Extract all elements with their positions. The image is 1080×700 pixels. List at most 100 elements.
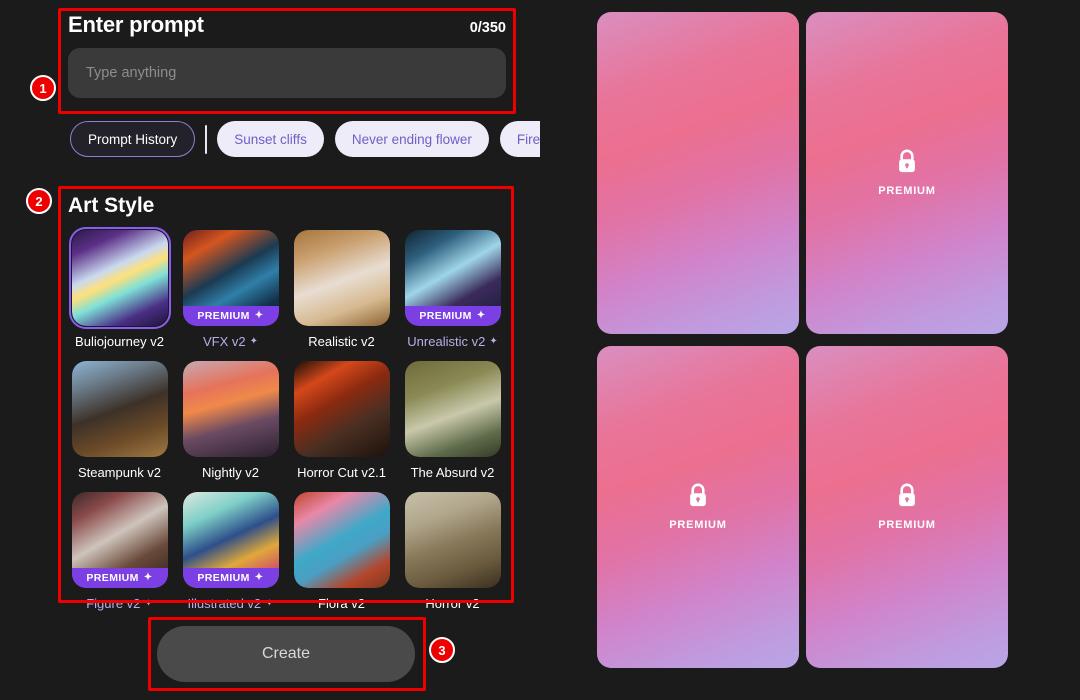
art-style-card-horror-cut-v2-1[interactable]: Horror Cut v2.1	[286, 361, 397, 480]
prompt-input-wrapper	[68, 48, 506, 98]
art-style-thumbnail[interactable]: PREMIUM ✦	[71, 492, 168, 588]
lock-icon	[896, 483, 918, 509]
art-style-thumbnail[interactable]: PREMIUM ✦	[404, 230, 501, 326]
art-style-card-the-absurd-v2[interactable]: The Absurd v2	[397, 361, 508, 480]
art-style-label-text: Illustrated v2	[187, 596, 262, 611]
art-style-label-text: Horror Cut v2.1	[297, 465, 386, 480]
preview-card[interactable]: PREMIUM	[597, 346, 799, 668]
art-style-thumbnail-image	[404, 492, 501, 588]
art-style-thumbnail[interactable]	[293, 492, 390, 588]
art-style-thumbnail-image	[293, 361, 390, 457]
art-style-label: Horror Cut v2.1	[297, 465, 386, 480]
art-style-label-text: Figure v2	[86, 596, 141, 611]
art-style-thumbnail-image	[182, 361, 279, 457]
art-style-card-realistic-v2[interactable]: Realistic v2	[286, 230, 397, 349]
art-style-label-text: Unrealistic v2	[407, 334, 486, 349]
art-style-label-text: Steampunk v2	[77, 465, 162, 480]
art-style-label: Flora v2	[318, 596, 365, 611]
annotation-badge-3: 3	[429, 637, 455, 663]
sparkle-icon: ✦	[254, 572, 264, 583]
premium-badge: PREMIUM ✦	[404, 306, 501, 326]
art-style-thumbnail-image	[404, 361, 501, 457]
suggestion-chip-label: Sunset cliffs	[234, 131, 307, 147]
suggestion-chip-sunset-cliffs[interactable]: Sunset cliffs	[217, 121, 324, 157]
art-style-label-text: Nightly v2	[201, 465, 260, 480]
art-style-card-steampunk-v2[interactable]: Steampunk v2	[64, 361, 175, 480]
art-style-label-text: Flora v2	[318, 596, 365, 611]
premium-badge: PREMIUM ✦	[182, 568, 279, 588]
sparkle-icon: ✦	[144, 597, 153, 609]
art-style-label: VFX v2 ✦	[203, 334, 258, 349]
art-style-label: Horror v2	[425, 596, 479, 611]
art-style-card-nightly-v2[interactable]: Nightly v2	[175, 361, 286, 480]
page-title: Enter prompt	[68, 12, 204, 37]
art-style-thumbnail-image	[293, 492, 390, 588]
art-style-thumbnail[interactable]	[404, 492, 501, 588]
art-style-thumbnail[interactable]	[293, 230, 390, 326]
preview-premium-label: PREMIUM	[669, 519, 727, 531]
art-style-card-flora-v2[interactable]: Flora v2	[286, 492, 397, 611]
art-style-card-vfx-v2[interactable]: PREMIUM ✦ VFX v2 ✦	[175, 230, 286, 349]
prompt-suggestions-row: Prompt History Sunset cliffs Never endin…	[70, 121, 597, 157]
art-style-title: Art Style	[68, 194, 155, 217]
prompt-history-label: Prompt History	[88, 131, 178, 147]
prompt-block: Enter prompt 0/350	[58, 8, 516, 114]
preview-card[interactable]: PREMIUM	[806, 12, 1008, 334]
art-style-card-illustrated-v2[interactable]: PREMIUM ✦ Illustrated v2 ✦	[175, 492, 286, 611]
art-style-label-text: Realistic v2	[308, 334, 375, 349]
premium-badge-label: PREMIUM	[197, 310, 250, 322]
art-style-label: Realistic v2	[308, 334, 374, 349]
preview-card[interactable]: PREMIUM	[597, 12, 799, 334]
sparkle-icon: ✦	[254, 310, 264, 321]
art-style-card-figure-v2[interactable]: PREMIUM ✦ Figure v2 ✦	[64, 492, 175, 611]
premium-badge-label: PREMIUM	[197, 572, 250, 584]
art-style-card-horror-v2[interactable]: Horror v2	[397, 492, 508, 611]
art-style-grid: Buliojourney v2 PREMIUM ✦ VFX v2 ✦ Realistic …	[58, 218, 514, 623]
premium-badge: PREMIUM ✦	[71, 568, 168, 588]
art-style-thumbnail[interactable]	[182, 361, 279, 457]
art-style-label-text: Buliojourney v2	[75, 334, 164, 349]
premium-badge: PREMIUM ✦	[182, 306, 279, 326]
suggestion-chip-label: Never ending flower	[351, 131, 472, 147]
preview-card[interactable]: PREMIUM	[806, 346, 1008, 668]
lock-icon	[896, 149, 918, 175]
preview-grid: PREMIUM PREMIUM PREMIUM PREMIUM	[597, 12, 1008, 668]
sparkle-icon: ✦	[476, 310, 486, 321]
image-generator-app: Enter prompt 0/350 Prompt History Sunset…	[0, 0, 1080, 700]
art-style-card-buliojourney-v2[interactable]: Buliojourney v2	[64, 227, 175, 349]
art-style-thumbnail[interactable]: PREMIUM ✦	[182, 230, 279, 326]
art-style-label: Illustrated v2 ✦	[187, 596, 273, 611]
suggestion-chip-never-ending-flower[interactable]: Never ending flower	[334, 121, 489, 157]
sparkle-icon: ✦	[143, 572, 153, 583]
art-style-thumbnail[interactable]	[71, 361, 168, 457]
preview-premium-label: PREMIUM	[878, 185, 936, 197]
chips-divider	[205, 124, 208, 154]
art-style-thumbnail[interactable]: PREMIUM ✦	[182, 492, 279, 588]
sparkle-icon: ✦	[489, 335, 498, 347]
premium-badge-label: PREMIUM	[419, 310, 472, 322]
art-style-label: Steampunk v2	[78, 465, 161, 480]
create-button[interactable]: Create	[157, 626, 415, 682]
annotation-badge-2: 2	[26, 188, 52, 214]
art-style-label: Nightly v2	[202, 465, 259, 480]
character-counter: 0/350	[469, 20, 506, 36]
art-style-thumbnail-image	[71, 361, 168, 457]
art-style-label-text: The Absurd v2	[410, 465, 495, 480]
annotation-badge-1: 1	[30, 75, 56, 101]
prompt-input[interactable]	[68, 48, 506, 98]
art-style-card-unrealistic-v2[interactable]: PREMIUM ✦ Unrealistic v2 ✦	[397, 230, 508, 349]
prompt-history-button[interactable]: Prompt History	[70, 121, 196, 157]
art-style-thumbnail-image	[293, 230, 390, 326]
art-style-thumbnail[interactable]	[68, 227, 171, 329]
preview-premium-label: PREMIUM	[878, 519, 936, 531]
art-style-block: Art Style Buliojourney v2 PREMIUM ✦ VFX v2 ✦…	[58, 186, 514, 611]
sparkle-icon: ✦	[249, 335, 258, 347]
preview-panel: PREMIUM PREMIUM PREMIUM PREMIUM	[540, 0, 1080, 700]
art-style-thumbnail[interactable]	[404, 361, 501, 457]
art-style-thumbnail[interactable]	[293, 361, 390, 457]
left-control-panel: Enter prompt 0/350 Prompt History Sunset…	[0, 0, 597, 700]
art-style-label: Unrealistic v2 ✦	[407, 334, 497, 349]
art-style-label: The Absurd v2	[411, 465, 495, 480]
art-style-label: Figure v2 ✦	[86, 596, 153, 611]
prompt-header: Enter prompt 0/350	[58, 8, 516, 38]
